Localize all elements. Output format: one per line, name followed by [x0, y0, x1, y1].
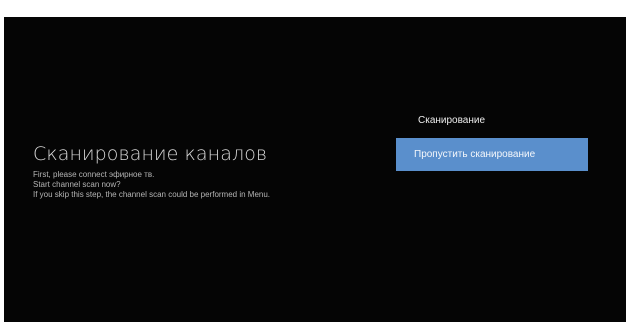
description-line-2: Start channel scan now?	[33, 180, 121, 189]
scan-option[interactable]: Сканирование	[396, 114, 591, 128]
scan-info-panel: Сканирование каналов First, please conne…	[33, 143, 363, 200]
skip-scan-button[interactable]: Пропустить сканирование	[396, 138, 588, 171]
scan-description: First, please connect эфирное тв. Start …	[33, 170, 363, 200]
scan-options-menu: Сканирование Пропустить сканирование	[396, 114, 591, 171]
description-line-1: First, please connect эфирное тв.	[33, 170, 155, 179]
description-line-3: If you skip this step, the channel scan …	[33, 190, 271, 199]
page-title: Сканирование каналов	[33, 143, 268, 165]
tv-screen: Сканирование каналов First, please conne…	[4, 17, 626, 322]
